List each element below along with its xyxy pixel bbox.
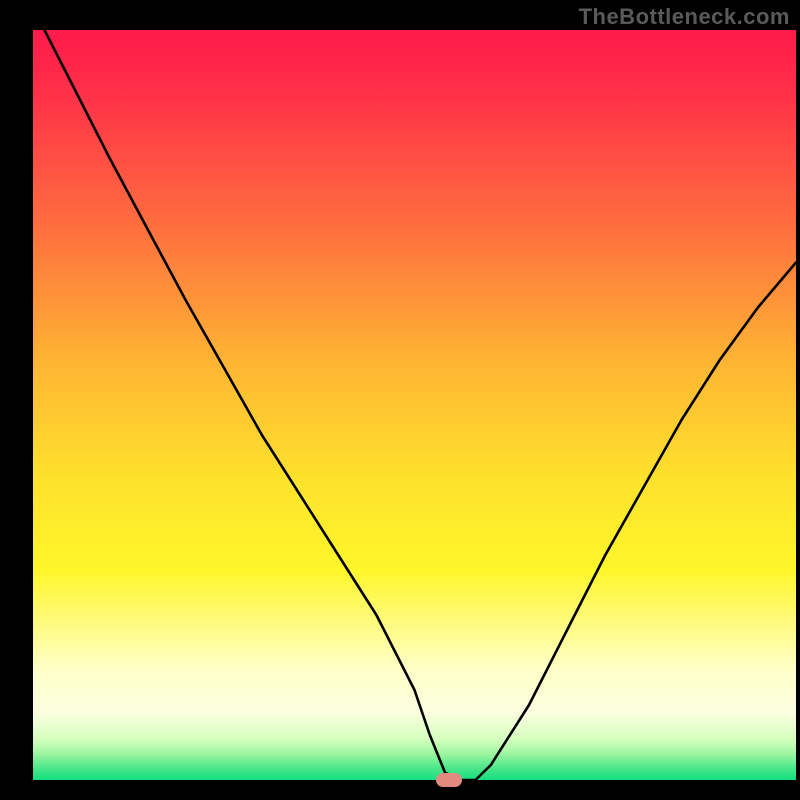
chart-frame: TheBottleneck.com — [0, 0, 800, 800]
watermark-text: TheBottleneck.com — [579, 4, 790, 30]
bottleneck-chart — [0, 0, 800, 800]
minimum-marker — [436, 773, 462, 787]
plot-background — [33, 30, 796, 780]
